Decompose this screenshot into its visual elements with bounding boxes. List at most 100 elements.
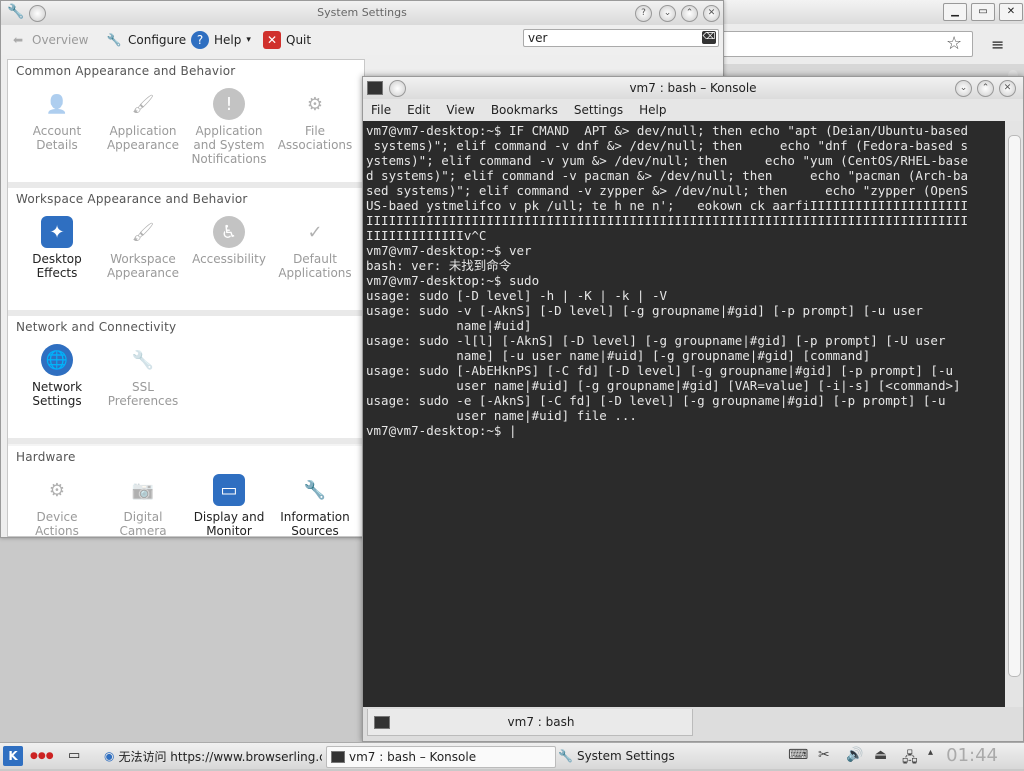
window-title: vm7 : bash – Konsole bbox=[629, 81, 757, 95]
module-file-associations[interactable]: ⚙ File Associations bbox=[272, 88, 358, 153]
module-information-sources[interactable]: 🔧 Information Sources bbox=[272, 474, 358, 537]
module-display-monitor[interactable]: ▭ Display and Monitor bbox=[186, 474, 272, 537]
module-network-settings[interactable]: 🌐 Network Settings bbox=[14, 344, 100, 408]
module-desktop-effects[interactable]: ✦ Desktop Effects bbox=[14, 216, 100, 280]
default-apps-icon: ✓ bbox=[307, 221, 323, 243]
module-application-appearance[interactable]: 🖌 Application Appearance bbox=[100, 88, 186, 153]
close-button[interactable]: ✕ bbox=[703, 5, 720, 22]
module-label: SSL Preferences bbox=[107, 380, 179, 408]
module-workspace-appearance[interactable]: 🖌 Workspace Appearance bbox=[100, 216, 186, 281]
klipper-icon[interactable]: ✂ bbox=[818, 747, 830, 763]
menu-edit[interactable]: Edit bbox=[407, 99, 438, 121]
terminal-line: vm7@vm7-desktop:~$ sudo bbox=[366, 273, 540, 288]
network-icon[interactable]: 🖧 bbox=[902, 747, 918, 771]
minimize-button[interactable]: ⌄ bbox=[955, 80, 972, 97]
minimize-button[interactable]: ⌄ bbox=[659, 5, 676, 22]
volume-icon[interactable]: 🔊 bbox=[846, 747, 863, 763]
terminal-line: ystems)"; elif command -v yum &> /dev/nu… bbox=[366, 153, 969, 168]
camera-icon: 📷 bbox=[131, 479, 155, 501]
tab-bash[interactable]: vm7 : bash bbox=[367, 709, 693, 736]
help-icon: ? bbox=[191, 31, 209, 49]
konsole-window: vm7 : bash – Konsole ⌄ ⌃ ✕ File Edit Vie… bbox=[362, 76, 1024, 742]
module-label: Default Applications bbox=[278, 252, 352, 280]
category-heading: Network and Connectivity bbox=[16, 320, 177, 334]
minimize-button[interactable]: ▁ bbox=[943, 3, 967, 21]
browser-menu-icon[interactable]: ≡ bbox=[991, 35, 1004, 54]
task-label: 无法访问 https://www.browserling.c bbox=[118, 749, 322, 764]
terminal-line: name|#uid] bbox=[366, 318, 532, 333]
configure-label: Configure bbox=[128, 33, 187, 47]
configure-button[interactable]: 🔧 Configure bbox=[105, 31, 187, 49]
maximize-button[interactable]: ⌃ bbox=[977, 80, 994, 97]
konsole-titlebar: vm7 : bash – Konsole ⌄ ⌃ ✕ bbox=[363, 77, 1023, 99]
module-account-details[interactable]: 👤 Account Details bbox=[14, 88, 100, 153]
task-label: vm7 : bash – Konsole bbox=[349, 750, 477, 764]
overview-button[interactable]: ⬅ Overview bbox=[9, 31, 89, 49]
terminal-line: systems)"; elif command -v dnf &> /dev/n… bbox=[366, 138, 969, 153]
menu-settings[interactable]: Settings bbox=[574, 99, 631, 121]
address-bar[interactable] bbox=[721, 31, 973, 57]
menu-view[interactable]: View bbox=[446, 99, 482, 121]
konsole-tabbar: vm7 : bash bbox=[363, 707, 1023, 741]
notification-icon: ! bbox=[213, 88, 245, 120]
terminal-scrollbar[interactable] bbox=[1005, 121, 1023, 707]
terminal-icon bbox=[374, 715, 390, 729]
close-button[interactable]: ✕ bbox=[999, 80, 1016, 97]
back-arrow-icon: ⬅ bbox=[12, 33, 24, 47]
terminal-line: bash: ver: 未找到命令 bbox=[366, 258, 512, 273]
star-icon[interactable]: ☆ bbox=[946, 33, 962, 54]
help-button[interactable]: ? Help ▾ bbox=[191, 31, 251, 49]
browser-icon: ◉ bbox=[104, 749, 115, 763]
terminal-line: vm7@vm7-desktop:~$ IF CMAND APT &> dev/n… bbox=[366, 123, 969, 138]
tools-icon: 🔧 bbox=[131, 349, 155, 371]
terminal-line: usage: sudo -l[l] [-AknS] [-D level] [-g… bbox=[366, 333, 946, 348]
category-heading: Common Appearance and Behavior bbox=[16, 64, 236, 78]
scrollbar-thumb[interactable] bbox=[1008, 135, 1021, 677]
chevron-up-icon[interactable]: ▴ bbox=[928, 747, 933, 758]
category-hardware: Hardware ⚙ Device Actions 📷 Digital Came… bbox=[8, 446, 364, 537]
application-launcher-icon[interactable]: K bbox=[3, 746, 23, 766]
pager-dots-icon[interactable]: ●●● bbox=[30, 751, 54, 761]
keyboard-icon[interactable]: ⌨ bbox=[788, 747, 808, 763]
search-input[interactable]: ver ⌫ bbox=[523, 29, 719, 47]
task-konsole[interactable]: vm7 : bash – Konsole bbox=[326, 746, 556, 768]
menu-help[interactable]: Help bbox=[639, 99, 674, 121]
module-label: Account Details bbox=[32, 124, 82, 152]
clear-search-icon[interactable]: ⌫ bbox=[702, 31, 716, 44]
module-digital-camera[interactable]: 📷 Digital Camera bbox=[100, 474, 186, 537]
task-browser[interactable]: ◉ 无法访问 https://www.browserling.c bbox=[100, 746, 322, 766]
module-label: Device Actions bbox=[35, 510, 79, 537]
clock[interactable]: 01:44 bbox=[946, 745, 998, 766]
device-notifier-icon[interactable]: ⏏ bbox=[874, 747, 887, 763]
close-button[interactable]: ✕ bbox=[999, 3, 1023, 21]
terminal-line: IIIIIIIIIIIIIv^C bbox=[366, 228, 487, 243]
wrench-icon: 🔧 bbox=[106, 33, 122, 47]
quit-button[interactable]: ✕ Quit bbox=[263, 31, 311, 49]
help-window-button[interactable]: ? bbox=[635, 5, 652, 22]
menu-bookmarks[interactable]: Bookmarks bbox=[491, 99, 566, 121]
maximize-button[interactable]: ⌃ bbox=[681, 5, 698, 22]
terminal-line: IIIIIIIIIIIIIIIIIIIIIIIIIIIIIIIIIIIIIIII… bbox=[366, 213, 969, 228]
maximize-button[interactable]: ▭ bbox=[971, 3, 995, 21]
terminal-line: US-baed ystmelifco v pk /ull; te h ne n'… bbox=[366, 198, 969, 213]
globe-icon: 🌐 bbox=[41, 344, 73, 376]
category-workspace-appearance: Workspace Appearance and Behavior ✦ Desk… bbox=[8, 188, 364, 316]
module-label: Workspace Appearance bbox=[106, 252, 180, 280]
show-desktop-icon[interactable]: ▭ bbox=[68, 748, 80, 763]
category-heading: Workspace Appearance and Behavior bbox=[16, 192, 248, 206]
window-title: System Settings bbox=[317, 6, 407, 19]
terminal-output[interactable]: vm7@vm7-desktop:~$ IF CMAND APT &> dev/n… bbox=[363, 121, 1005, 707]
module-device-actions[interactable]: ⚙ Device Actions bbox=[14, 474, 100, 537]
module-ssl-preferences[interactable]: 🔧 SSL Preferences bbox=[100, 344, 186, 409]
help-label: Help bbox=[214, 33, 242, 47]
task-system-settings[interactable]: 🔧 System Settings bbox=[554, 746, 742, 766]
module-notifications[interactable]: ! Application and System Notifications bbox=[186, 88, 272, 166]
module-label: Display and Monitor bbox=[193, 510, 265, 537]
terminal-line: sed systems)"; elif command -v zypper &>… bbox=[366, 183, 969, 198]
paintbrush-icon: 🖌 bbox=[131, 93, 155, 115]
module-default-applications[interactable]: ✓ Default Applications bbox=[272, 216, 358, 281]
menu-file[interactable]: File bbox=[371, 99, 399, 121]
module-label: Information Sources bbox=[280, 510, 350, 537]
tab-label: vm7 : bash bbox=[507, 715, 575, 729]
module-accessibility[interactable]: ♿ Accessibility bbox=[186, 216, 272, 266]
